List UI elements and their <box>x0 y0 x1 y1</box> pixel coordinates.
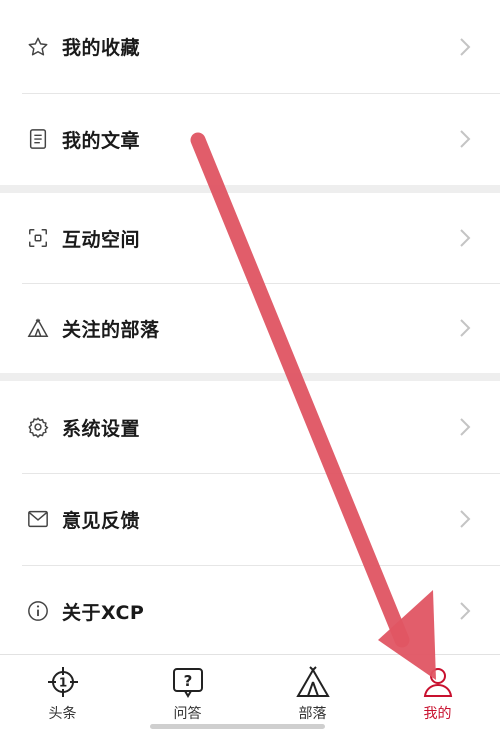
section-divider <box>0 373 500 381</box>
menu-item-label: 关于XCP <box>62 601 145 624</box>
home-indicator <box>150 724 325 729</box>
chevron-right-icon <box>460 510 471 528</box>
document-icon <box>26 127 50 151</box>
chevron-right-icon <box>460 602 471 620</box>
menu-item-label: 意见反馈 <box>62 509 141 532</box>
question-bubble-icon: ? <box>170 665 206 699</box>
menu-item-label: 我的文章 <box>62 129 141 152</box>
menu-item-label: 互动空间 <box>62 228 141 251</box>
chevron-right-icon <box>460 37 471 56</box>
svg-text:?: ? <box>183 672 192 690</box>
chevron-right-icon <box>460 229 471 247</box>
user-icon <box>420 665 456 699</box>
mail-icon <box>26 507 50 531</box>
section-divider <box>0 185 500 193</box>
tab-label: 部落 <box>298 706 327 722</box>
menu-item-system-settings[interactable]: 系统设置 <box>0 381 500 473</box>
menu-item-favorites[interactable]: 我的收藏 <box>0 0 500 93</box>
chevron-right-icon <box>460 319 471 337</box>
gear-icon <box>26 415 50 439</box>
interaction-space-icon <box>26 226 50 250</box>
bottom-tab-bar: 1 头条 ? 问答 部落 我的 <box>0 654 500 731</box>
tent-icon <box>26 316 50 340</box>
menu-item-followed-tribes[interactable]: 关注的部落 <box>0 283 500 373</box>
tab-mine[interactable]: 我的 <box>375 655 500 731</box>
chevron-right-icon <box>460 418 471 436</box>
tab-qa[interactable]: ? 问答 <box>125 655 250 731</box>
menu-group-3: 系统设置 意见反馈 关于XCP <box>0 381 500 657</box>
menu-item-feedback[interactable]: 意见反馈 <box>0 473 500 565</box>
tab-label: 我的 <box>423 706 452 722</box>
tab-label: 问答 <box>173 706 202 722</box>
chevron-right-icon <box>460 130 471 148</box>
menu-item-about[interactable]: 关于XCP <box>0 565 500 657</box>
star-icon <box>26 35 50 59</box>
tab-label: 头条 <box>48 706 77 722</box>
menu-item-label: 我的收藏 <box>62 37 141 59</box>
info-icon <box>26 599 50 623</box>
menu-group-2: 互动空间 关注的部落 <box>0 193 500 373</box>
target-icon: 1 <box>45 665 81 699</box>
menu-item-articles[interactable]: 我的文章 <box>0 93 500 185</box>
menu-item-interaction-space[interactable]: 互动空间 <box>0 193 500 283</box>
menu-item-label: 关注的部落 <box>62 318 160 341</box>
tab-tribes[interactable]: 部落 <box>250 655 375 731</box>
menu-group-1: 我的收藏 我的文章 <box>0 0 500 185</box>
svg-text:1: 1 <box>58 676 66 690</box>
tab-headlines[interactable]: 1 头条 <box>0 655 125 731</box>
menu-item-label: 系统设置 <box>62 417 141 440</box>
tent-icon <box>295 665 331 699</box>
